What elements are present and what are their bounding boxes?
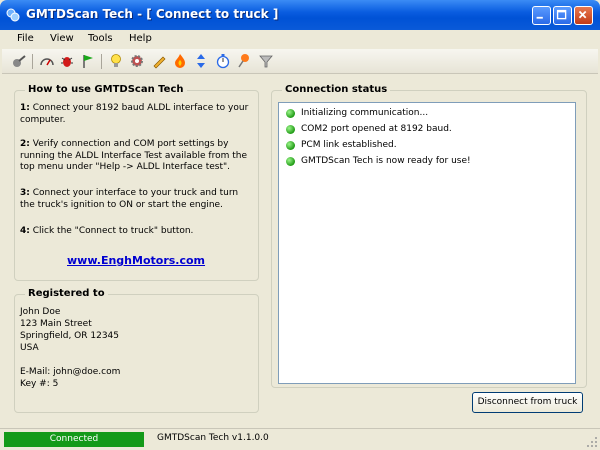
app-icon — [6, 8, 20, 22]
maximize-button[interactable] — [553, 6, 572, 25]
flag-icon[interactable] — [80, 53, 96, 69]
version-label: GMTDScan Tech v1.1.0.0 — [157, 433, 269, 443]
howto-step: 3: Connect your interface to your truck … — [20, 188, 255, 211]
connect-truck-icon[interactable] — [11, 53, 27, 69]
howto-group: How to use GMTDScan Tech 1: Connect your… — [14, 84, 259, 281]
registered-email: E-Mail: john@doe.com — [20, 367, 121, 377]
status-text: COM2 port opened at 8192 baud. — [301, 124, 452, 134]
pin-icon[interactable] — [236, 53, 252, 69]
title-bar: GMTDScan Tech - [ Connect to truck ] — [0, 0, 600, 30]
close-button[interactable] — [574, 6, 593, 25]
menu-file[interactable]: File — [17, 33, 34, 44]
registered-name: John Doe — [20, 307, 61, 317]
disconnect-button[interactable]: Disconnect from truck — [472, 392, 583, 413]
status-bar: Connected GMTDScan Tech v1.1.0.0 — [0, 428, 600, 450]
status-text: PCM link established. — [301, 140, 397, 150]
step-number: 1: — [20, 103, 30, 113]
connection-state-badge: Connected — [4, 432, 144, 447]
howto-step: 2: Verify connection and COM port settin… — [20, 139, 255, 174]
registered-street: 123 Main Street — [20, 319, 92, 329]
howto-step: 1: Connect your 8192 baud ALDL interface… — [20, 103, 255, 126]
status-ok-icon — [286, 125, 295, 134]
bug-icon[interactable] — [59, 53, 75, 69]
lightbulb-icon[interactable] — [108, 53, 124, 69]
status-text: GMTDScan Tech is now ready for use! — [301, 156, 471, 166]
filter-icon[interactable] — [258, 53, 274, 69]
howto-step: 4: Click the "Connect to truck" button. — [20, 226, 255, 238]
window-title: GMTDScan Tech - [ Connect to truck ] — [26, 7, 279, 21]
howto-title: How to use GMTDScan Tech — [25, 84, 187, 95]
registered-group: Registered to John Doe 123 Main Street S… — [14, 288, 259, 413]
connection-status-list[interactable]: Initializing communication... COM2 port … — [278, 102, 576, 384]
connection-status-group: Connection status Initializing communica… — [271, 84, 587, 388]
step-number: 3: — [20, 188, 30, 198]
minimize-icon — [536, 16, 543, 19]
status-ok-icon — [286, 157, 295, 166]
registered-key: Key #: 5 — [20, 379, 59, 389]
connection-status-title: Connection status — [282, 84, 391, 95]
arrows-icon[interactable] — [193, 53, 209, 69]
resize-grip-icon[interactable] — [586, 436, 598, 448]
step-text: Connect your 8192 baud ALDL interface to… — [20, 103, 249, 125]
pencil-icon[interactable] — [151, 53, 167, 69]
menu-bar: File View Tools Help — [0, 30, 600, 48]
registered-city: Springfield, OR 12345 — [20, 331, 120, 341]
step-number: 2: — [20, 139, 30, 149]
website-link[interactable]: www.EnghMotors.com — [67, 254, 205, 267]
gauge-icon[interactable] — [39, 53, 55, 69]
status-text: Initializing communication... — [301, 108, 429, 118]
status-ok-icon — [286, 109, 295, 118]
step-number: 4: — [20, 226, 30, 236]
settings-gear-icon[interactable] — [129, 53, 145, 69]
registered-country: USA — [20, 343, 39, 353]
step-text: Verify connection and COM port settings … — [20, 139, 247, 172]
timer-icon[interactable] — [215, 53, 231, 69]
registered-title: Registered to — [25, 288, 108, 299]
minimize-button[interactable] — [532, 6, 551, 25]
menu-tools[interactable]: Tools — [88, 33, 113, 44]
menu-help[interactable]: Help — [129, 33, 152, 44]
toolbar-separator — [101, 54, 102, 69]
step-text: Click the "Connect to truck" button. — [29, 226, 194, 236]
menu-view[interactable]: View — [50, 33, 74, 44]
toolbar-separator — [32, 54, 33, 69]
maximize-icon — [556, 9, 567, 20]
step-text: Connect your interface to your truck and… — [20, 188, 239, 210]
status-ok-icon — [286, 141, 295, 150]
toolbar — [2, 49, 598, 74]
close-icon — [578, 10, 587, 19]
fire-icon[interactable] — [172, 53, 188, 69]
